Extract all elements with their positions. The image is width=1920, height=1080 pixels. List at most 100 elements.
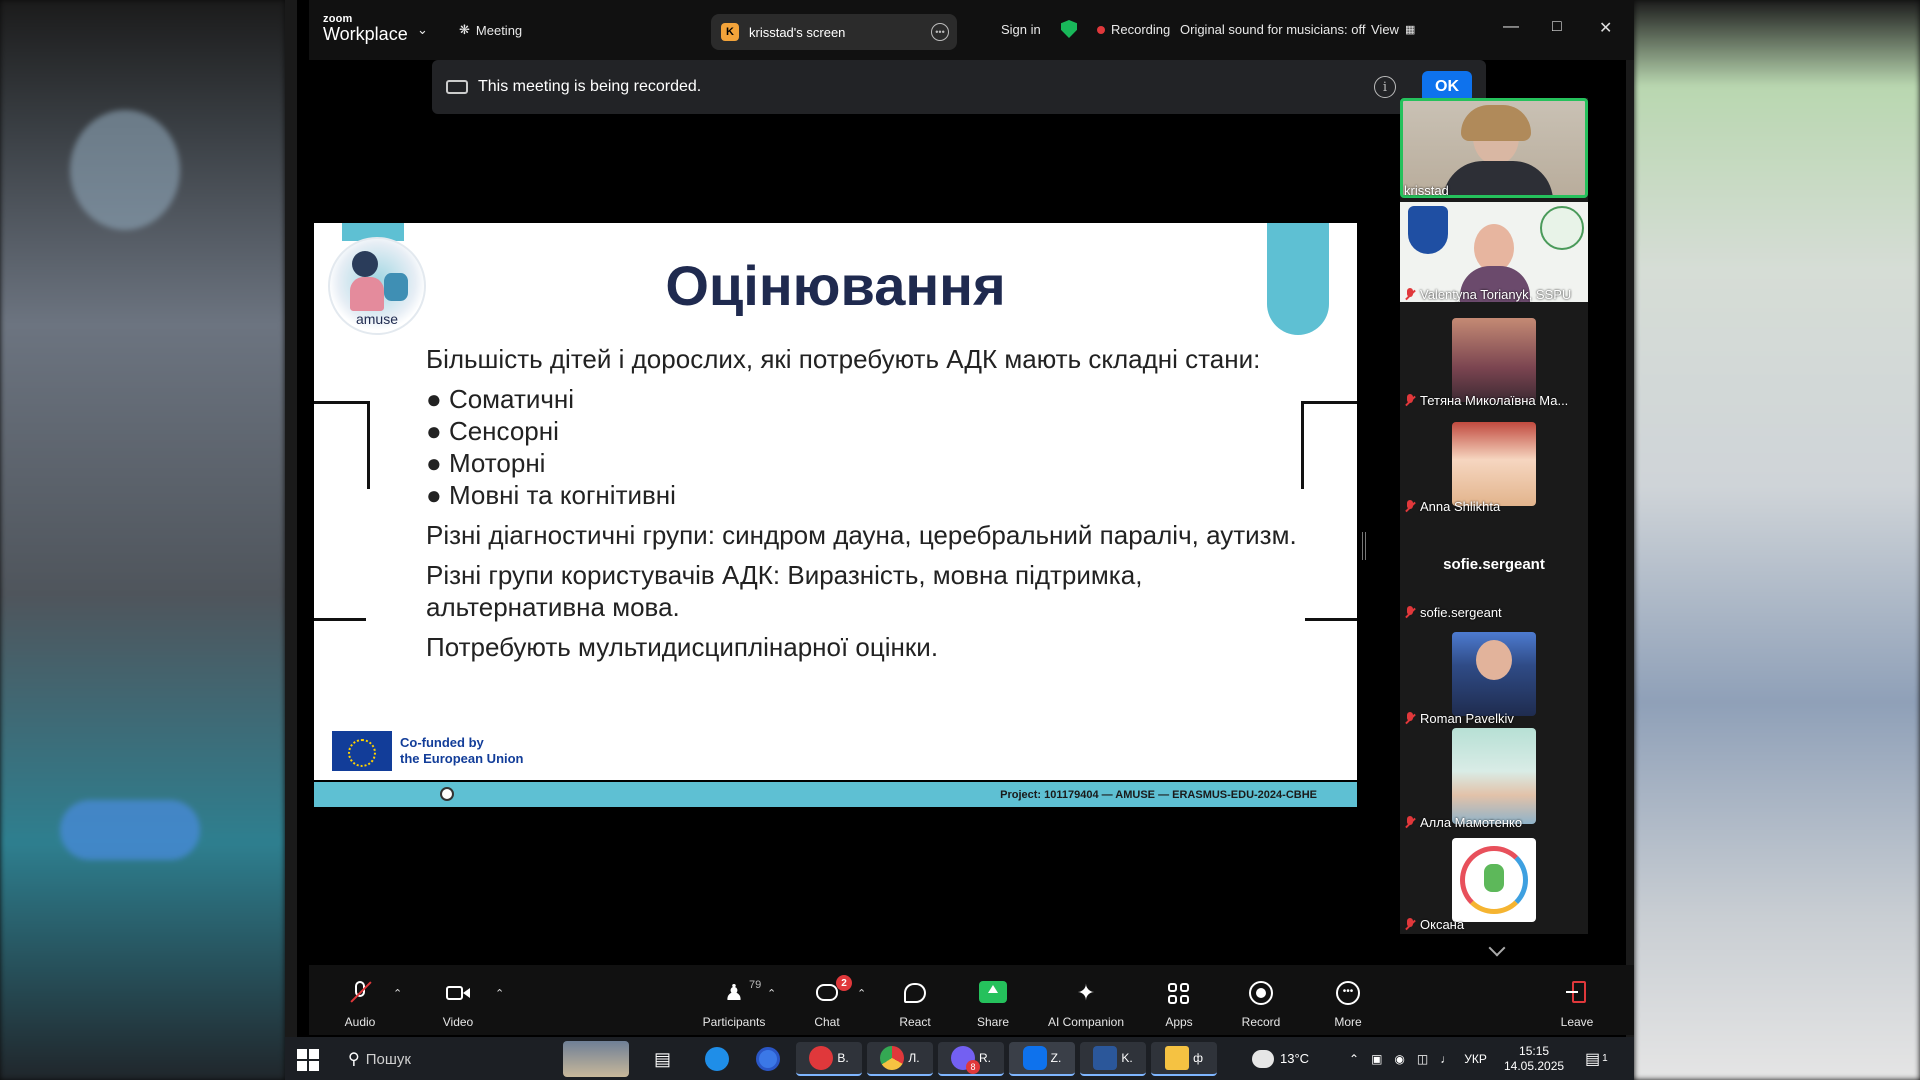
viber-badge: 8: [966, 1060, 980, 1074]
participant-name: krisstad: [1404, 183, 1449, 198]
participant-name-text: Алла Мамотенко: [1420, 815, 1523, 830]
meeting-menu[interactable]: ❋ Meeting: [459, 22, 522, 38]
taskbar-app-label: Л.: [908, 1051, 920, 1065]
sign-in-link[interactable]: Sign in: [1001, 22, 1041, 37]
participant-gallery[interactable]: krisstad Valentyna Torianyk, SSPU Тетяна…: [1400, 98, 1588, 934]
clock[interactable]: 15:15 14.05.2025: [1504, 1037, 1564, 1080]
leave-door-icon: [1564, 981, 1590, 1005]
language-indicator[interactable]: УКР: [1464, 1052, 1487, 1066]
chevron-up-icon[interactable]: ⌃: [767, 987, 776, 1000]
volume-icon[interactable]: ♩: [1440, 1052, 1452, 1066]
maximize-icon[interactable]: □: [1552, 18, 1562, 36]
participants-label: Participants: [702, 1015, 766, 1029]
notifications-button[interactable]: ▤ 1: [1585, 1037, 1608, 1080]
react-button[interactable]: React: [870, 965, 960, 1035]
edge-app[interactable]: [690, 1042, 744, 1076]
ai-companion-label: AI Companion: [1047, 1015, 1125, 1029]
banner-message: This meeting is being recorded.: [478, 78, 702, 95]
taskbar-app-opera[interactable]: B.: [796, 1042, 862, 1076]
grid-icon: ▦: [1404, 24, 1416, 36]
view-menu[interactable]: View ▦: [1371, 22, 1415, 37]
list-item: Соматичні: [426, 383, 1306, 415]
chevron-up-icon[interactable]: ⌃: [1349, 1052, 1359, 1066]
participant-title: sofie.sergeant: [1443, 556, 1545, 573]
chromium-icon: [756, 1047, 780, 1071]
more-button[interactable]: ••• More: [1303, 965, 1393, 1035]
chevron-up-icon[interactable]: ⌃: [495, 987, 504, 1000]
participant-name: Roman Pavelkiv: [1404, 711, 1514, 726]
background-left-blur: [0, 0, 285, 1080]
taskbar-app-zoom[interactable]: Z.: [1009, 1042, 1075, 1076]
eu-line-1: Co-funded by: [400, 735, 484, 750]
share-button[interactable]: Share: [948, 965, 1038, 1035]
task-view-icon[interactable]: ▤: [654, 1042, 671, 1076]
minimize-icon[interactable]: —: [1503, 18, 1519, 36]
screen-share-pill[interactable]: K krisstad's screen •••: [711, 14, 957, 50]
participant-tile[interactable]: Оксана: [1400, 834, 1588, 934]
participant-tile[interactable]: Тетяна Миколаївна Ма...: [1400, 306, 1588, 410]
taskbar-app-label: K.: [1121, 1051, 1133, 1065]
more-options-icon[interactable]: •••: [931, 23, 949, 41]
share-label: Share: [976, 1015, 1010, 1029]
original-sound-status[interactable]: Original sound for musicians: off: [1180, 22, 1365, 37]
slide-title: Оцінювання: [665, 254, 1006, 317]
network-icon[interactable]: ◫: [1417, 1052, 1428, 1066]
participant-tile[interactable]: Roman Pavelkiv: [1400, 624, 1588, 728]
taskbar-app-label: Z.: [1050, 1051, 1062, 1065]
weather-widget[interactable]: 13°C: [1252, 1037, 1309, 1080]
taskbar-search[interactable]: ⚲ Пошук: [348, 1042, 411, 1076]
tray-app-icon[interactable]: ▣: [1371, 1052, 1382, 1066]
info-icon[interactable]: i: [1374, 76, 1396, 98]
participant-name: Алла Мамотенко: [1404, 815, 1522, 830]
recording-indicator[interactable]: Recording: [1097, 22, 1170, 37]
slide-bullets: Соматичні Сенсорні Моторні Мовні та когн…: [426, 383, 1306, 511]
slide-bracket: [1305, 618, 1357, 621]
participant-avatar: [1452, 632, 1536, 716]
participant-tile[interactable]: Anna Shlikhta: [1400, 412, 1588, 516]
leave-button[interactable]: Leave: [1532, 965, 1622, 1035]
chevron-up-icon[interactable]: ⌃: [857, 987, 866, 1000]
recording-label: Recording: [1111, 22, 1171, 37]
chat-button[interactable]: 2 Chat: [782, 965, 872, 1035]
security-shield[interactable]: [1061, 20, 1077, 38]
slideshow-control-icon[interactable]: [440, 787, 454, 801]
chrome-app-1[interactable]: [741, 1042, 795, 1076]
apps-button[interactable]: Apps: [1134, 965, 1224, 1035]
mic-muted-icon: [1404, 918, 1416, 931]
mic-muted-icon: [1404, 712, 1416, 725]
meeting-toolbar: Audio ⌃ Video ⌃ ♟ 79 Participants ⌃ 2 Ch…: [309, 965, 1634, 1035]
participant-tile[interactable]: sofie.sergeant sofie.sergeant: [1400, 518, 1588, 622]
screen-label: krisstad's screen: [749, 24, 846, 40]
participant-tile[interactable]: krisstad: [1400, 98, 1588, 200]
eu-flag-icon: [332, 731, 392, 771]
close-icon[interactable]: ✕: [1599, 18, 1612, 38]
system-tray: ⌃ ▣ ◉ ◫ ♩ УКР: [1349, 1037, 1487, 1080]
apps-label: Apps: [1165, 1015, 1193, 1029]
taskbar-app-word[interactable]: K.: [1080, 1042, 1146, 1076]
more-label: More: [1334, 1015, 1362, 1029]
audio-button[interactable]: Audio: [315, 965, 405, 1035]
record-button[interactable]: Record: [1216, 965, 1306, 1035]
video-button[interactable]: Video: [413, 965, 503, 1035]
taskbar-app-chrome[interactable]: Л.: [867, 1042, 933, 1076]
participants-count: 79: [749, 979, 762, 991]
scroll-down-icon[interactable]: [1488, 939, 1506, 957]
react-label: React: [899, 1015, 931, 1029]
sparkle-icon: ✦: [1076, 980, 1096, 1005]
taskbar-app-viber[interactable]: R. 8: [938, 1042, 1004, 1076]
participant-tile[interactable]: Valentyna Torianyk, SSPU: [1400, 202, 1588, 304]
participant-name-text: sofie.sergeant: [1420, 605, 1502, 620]
chevron-down-icon[interactable]: ⌄: [417, 22, 428, 38]
apps-grid-icon: [1166, 981, 1192, 1005]
participant-tile[interactable]: Алла Мамотенко: [1400, 728, 1588, 832]
taskbar-app-explorer[interactable]: ф: [1151, 1042, 1217, 1076]
windows-start-icon[interactable]: [297, 1049, 319, 1071]
participant-avatar: [1452, 318, 1536, 402]
participants-button[interactable]: ♟ 79 Participants: [689, 965, 779, 1035]
chevron-up-icon[interactable]: ⌃: [393, 987, 402, 1000]
ai-companion-button[interactable]: ✦ AI Companion: [1041, 965, 1131, 1035]
title-bar: zoom Workplace ⌄ ❋ Meeting K krisstad's …: [309, 0, 1634, 60]
panel-resize-handle[interactable]: [1362, 532, 1366, 560]
microphone-icon[interactable]: ◉: [1394, 1052, 1404, 1066]
participant-name: Valentyna Torianyk, SSPU: [1404, 287, 1571, 302]
